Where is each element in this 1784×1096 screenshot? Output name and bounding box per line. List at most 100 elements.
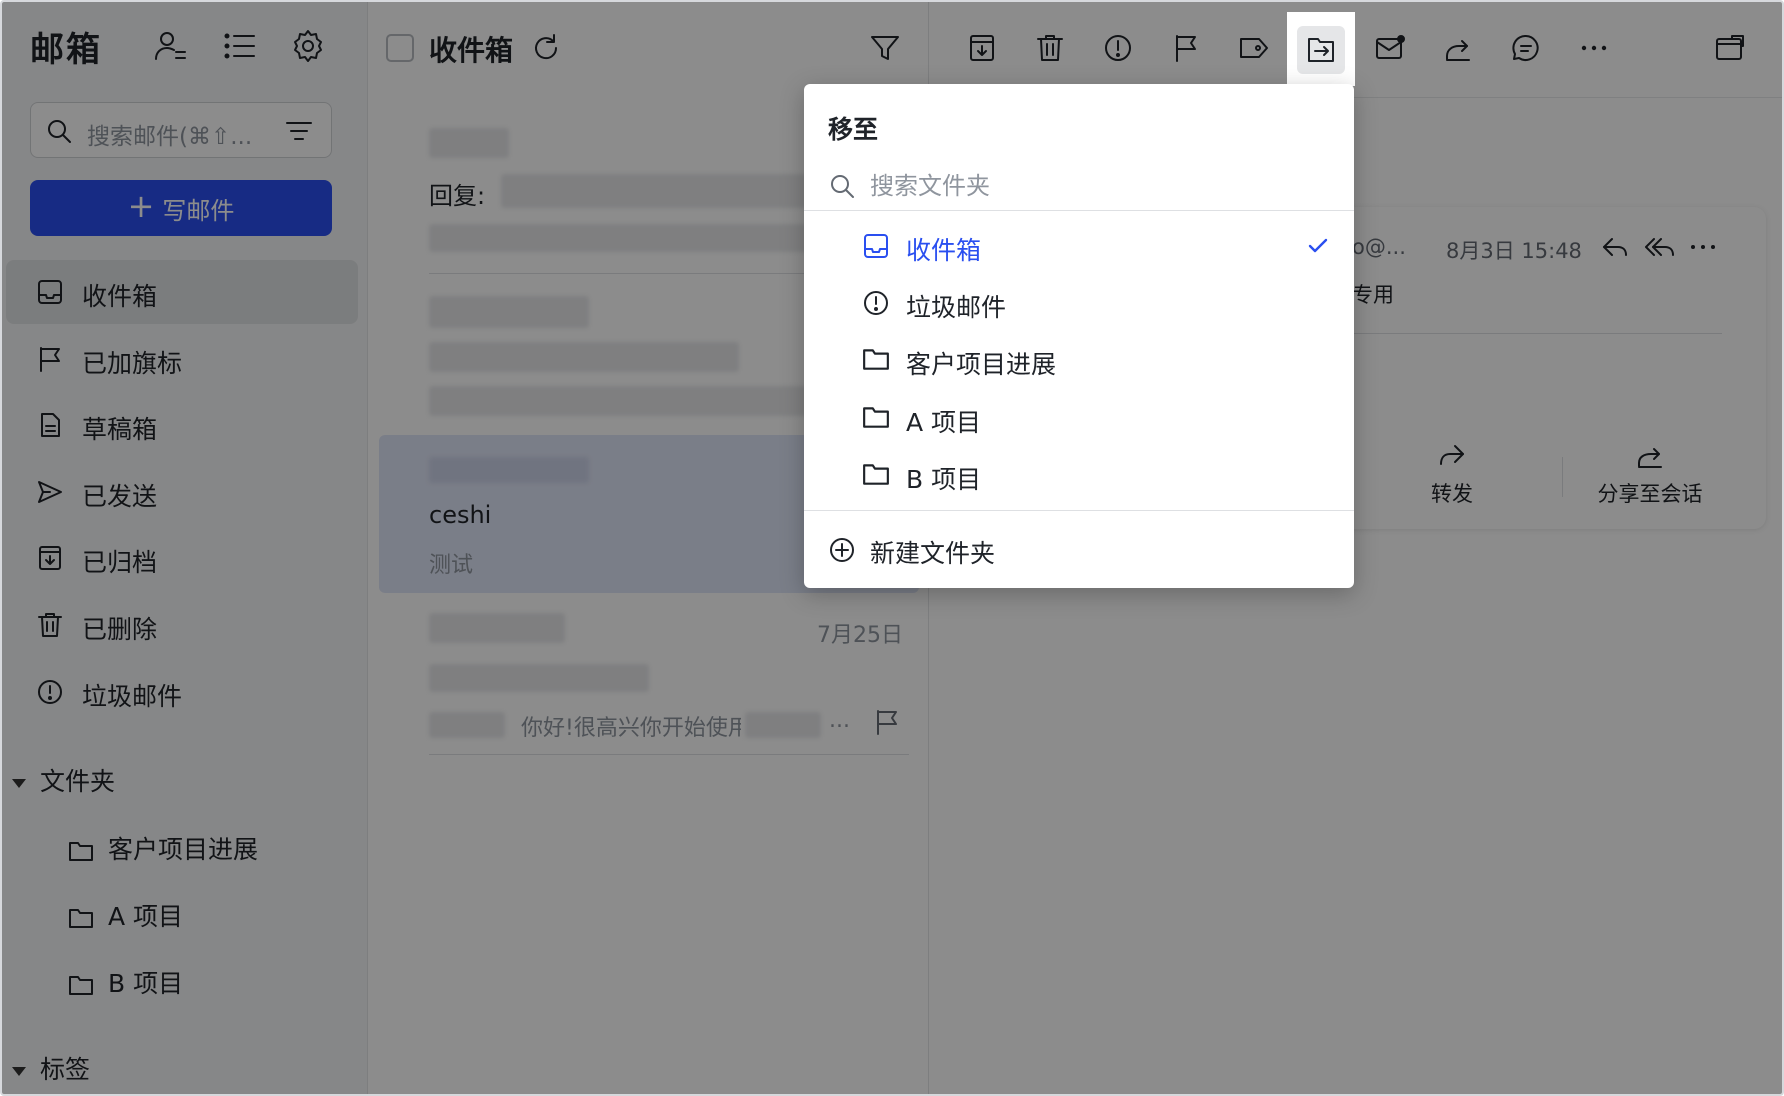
- reply-all-icon[interactable]: [1644, 233, 1676, 261]
- sidebar: 邮箱 搜索邮件(⌘⇧... + 写邮件 收件箱 已加旗标 草稿箱 已发送 已归档…: [2, 2, 368, 1094]
- menu-title: 移至: [828, 115, 879, 144]
- comment-button[interactable]: [1504, 26, 1548, 70]
- menu-item-spam[interactable]: 垃圾邮件: [804, 275, 1354, 331]
- folder-icon: [863, 349, 889, 370]
- mail-subject-prefix: 回复:: [429, 182, 486, 210]
- mail-date: 7月25日: [817, 623, 903, 648]
- blurred-subject: [429, 342, 739, 372]
- share-icon: [1638, 448, 1662, 468]
- refresh-icon[interactable]: [530, 32, 562, 64]
- more-button[interactable]: [1572, 26, 1616, 70]
- mail-preview: 你好!很高兴你开始使用: [521, 716, 741, 741]
- sidebar-item-deleted[interactable]: 已删除: [6, 593, 358, 657]
- delete-button[interactable]: [1028, 26, 1072, 70]
- blurred-subject: [429, 664, 649, 692]
- open-in-new-window-button[interactable]: [1708, 26, 1752, 70]
- new-folder-button[interactable]: 新建文件夹: [824, 524, 1334, 574]
- menu-divider: [804, 510, 1354, 511]
- menu-item-label: 垃圾邮件: [906, 293, 1007, 322]
- compose-button[interactable]: + 写邮件: [30, 180, 332, 236]
- draft-icon: [41, 413, 60, 437]
- sidebar-folder-item[interactable]: 客户项目进展: [68, 830, 258, 866]
- folder-search-field[interactable]: [824, 164, 1334, 208]
- trash-icon: [1037, 35, 1063, 61]
- move-to-button-highlighted[interactable]: [1287, 12, 1355, 86]
- sidebar-item-label: 已归档: [82, 548, 158, 577]
- sidebar-item-drafts[interactable]: 草稿箱: [6, 393, 358, 457]
- menu-item-folder[interactable]: B 项目: [804, 447, 1354, 503]
- tag-icon: [1240, 38, 1268, 58]
- card-divider: [1352, 333, 1722, 334]
- sidebar-folder-item[interactable]: B 项目: [68, 964, 183, 1000]
- trash-icon: [38, 613, 62, 637]
- contacts-icon[interactable]: [152, 28, 188, 64]
- folders-section-header[interactable]: 文件夹: [12, 762, 115, 798]
- message-date: 8月3日 15:48: [1446, 239, 1582, 263]
- move-to-menu: 移至 收件箱 垃圾邮件 客户项目进展 A 项目 B 项目: [804, 84, 1354, 588]
- label-button[interactable]: [1232, 26, 1276, 70]
- new-folder-label: 新建文件夹: [870, 539, 996, 568]
- flag-icon: [40, 347, 60, 372]
- folder-icon: [69, 842, 93, 861]
- share-button[interactable]: [1436, 26, 1480, 70]
- mark-unread-button[interactable]: [1368, 26, 1412, 70]
- settings-gear-icon[interactable]: [290, 28, 326, 64]
- inbox-icon: [864, 234, 888, 258]
- flag-button[interactable]: [1164, 26, 1208, 70]
- flag-icon[interactable]: [873, 708, 901, 736]
- sidebar-item-archived[interactable]: 已归档: [6, 526, 358, 590]
- more-dots-icon[interactable]: [1688, 233, 1718, 261]
- sidebar-item-spam[interactable]: 垃圾邮件: [6, 660, 358, 724]
- mail-app-window: 邮箱 搜索邮件(⌘⇧... + 写邮件 收件箱 已加旗标 草稿箱 已发送 已归档…: [0, 0, 1784, 1096]
- sidebar-item-label: 垃圾邮件: [82, 682, 183, 711]
- menu-item-label: 客户项目进展: [906, 350, 1057, 379]
- report-spam-button[interactable]: [1096, 26, 1140, 70]
- search-placeholder: 搜索邮件(⌘⇧...: [87, 124, 253, 150]
- menu-item-label: A 项目: [906, 408, 982, 437]
- plus-circle-icon: [830, 538, 854, 562]
- folder-icon: [69, 909, 93, 928]
- filter-icon[interactable]: [869, 32, 901, 64]
- folder-search-input[interactable]: [870, 166, 1310, 206]
- filter-sort-icon[interactable]: [285, 118, 313, 144]
- folder-label: A 项目: [108, 902, 184, 931]
- folder-icon: [69, 976, 93, 995]
- menu-item-label: 收件箱: [906, 236, 982, 265]
- spam-icon: [864, 291, 888, 315]
- share-to-chat-action[interactable]: 分享至会话: [1570, 442, 1730, 508]
- sidebar-item-label: 已加旗标: [82, 349, 183, 378]
- mail-preview: 测试: [429, 553, 474, 578]
- move-to-button-bg: [1297, 26, 1345, 74]
- folder-label: B 项目: [108, 969, 184, 998]
- select-all-checkbox[interactable]: [386, 34, 414, 62]
- sidebar-item-flagged[interactable]: 已加旗标: [6, 327, 358, 391]
- plus-icon: +: [127, 187, 155, 225]
- preview-ellipsis: ...: [829, 708, 850, 733]
- labels-header-label: 标签: [40, 1055, 91, 1084]
- folder-label: 客户项目进展: [108, 835, 259, 864]
- menu-item-folder[interactable]: 客户项目进展: [804, 332, 1354, 388]
- menu-item-label: B 项目: [906, 465, 982, 494]
- flag-icon: [1176, 35, 1196, 62]
- search-mail-input[interactable]: 搜索邮件(⌘⇧...: [30, 102, 332, 158]
- sidebar-item-sent[interactable]: 已发送: [6, 460, 358, 524]
- labels-section-header[interactable]: 标签: [12, 1050, 90, 1086]
- blurred-sender: [429, 613, 565, 643]
- move-to-folder-icon: [1308, 38, 1334, 62]
- sidebar-folder-item[interactable]: A 项目: [68, 897, 183, 933]
- reply-icon[interactable]: [1600, 233, 1630, 261]
- archive-icon: [39, 546, 61, 570]
- archive-button[interactable]: [960, 26, 1004, 70]
- menu-item-folder[interactable]: A 项目: [804, 390, 1354, 446]
- more-dots-icon: [1581, 45, 1607, 51]
- collapse-caret-icon: [12, 778, 26, 788]
- menu-item-inbox[interactable]: 收件箱: [804, 218, 1354, 274]
- sent-icon: [38, 481, 62, 503]
- mail-unread-icon: [1376, 35, 1405, 59]
- list-view-icon[interactable]: [222, 28, 258, 64]
- blurred-prefix: [429, 712, 505, 738]
- blurred-sender: [429, 128, 509, 158]
- sidebar-item-label: 已发送: [82, 482, 158, 511]
- forward-action[interactable]: 转发: [1372, 442, 1532, 508]
- sidebar-item-inbox[interactable]: 收件箱: [6, 260, 358, 324]
